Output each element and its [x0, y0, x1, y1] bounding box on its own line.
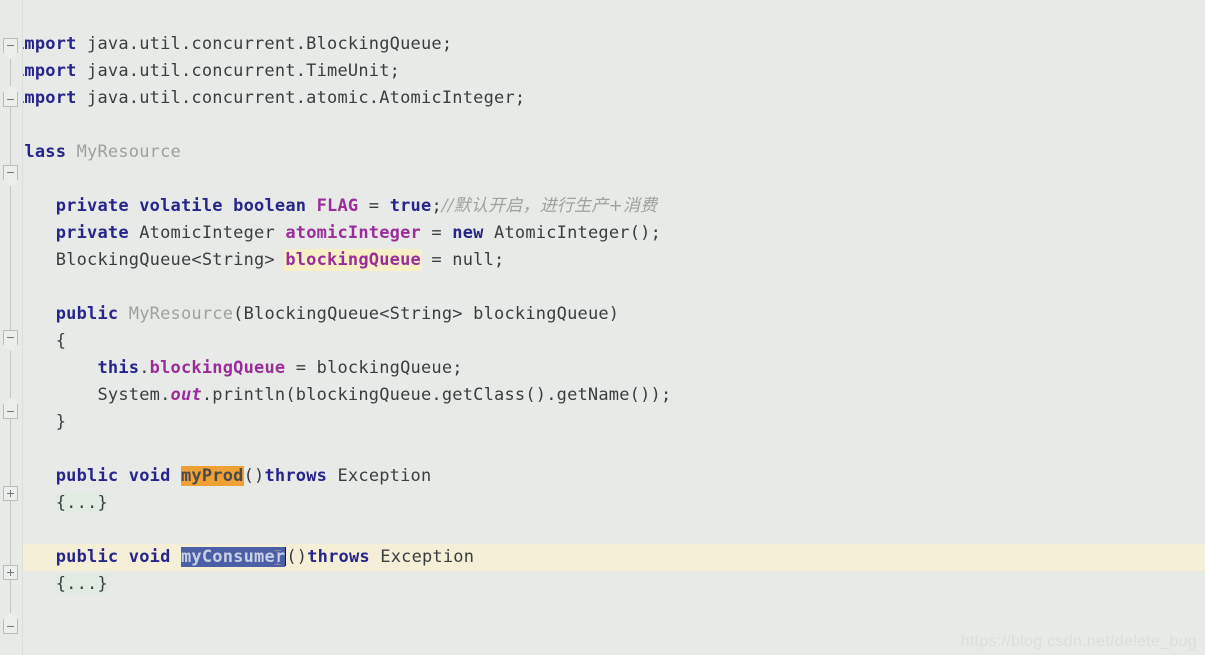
token-plain: AtomicInteger	[128, 223, 286, 243]
code-line-text: this.blockingQueue = blockingQueue;	[14, 355, 463, 382]
text-mouse-cursor-icon	[273, 550, 281, 565]
fold-marker-constructor-body[interactable]	[3, 330, 18, 345]
code-content[interactable]: import java.util.concurrent.BlockingQueu…	[0, 0, 1205, 655]
code-line-text: {...}	[14, 490, 108, 517]
code-editor[interactable]: import java.util.concurrent.BlockingQueu…	[0, 0, 1205, 655]
code-line-import-timeunit[interactable]: import java.util.concurrent.TimeUnit;	[0, 58, 1205, 85]
token-plain: Exception	[327, 466, 432, 486]
token-plain: =	[420, 223, 453, 243]
code-line-text: import java.util.concurrent.TimeUnit;	[14, 58, 400, 85]
code-line-text: System.out.println(blockingQueue.getClas…	[14, 382, 671, 409]
token-kw: public	[55, 304, 119, 324]
code-line-method-myconsumer-signature[interactable]: public void myConsumer ()throws Exception	[0, 544, 1205, 571]
token-folded: {...}	[55, 493, 108, 513]
token-field: FLAG	[316, 196, 359, 216]
fold-marker-myconsumer-collapsed[interactable]	[3, 565, 18, 580]
token-kw: private volatile boolean	[55, 196, 307, 216]
code-line-import-atomicinteger[interactable]: import java.util.concurrent.atomic.Atomi…	[0, 85, 1205, 112]
code-line-class-open-brace[interactable]: {	[0, 166, 1205, 193]
code-line-field-blockingqueue[interactable]: BlockingQueue<String> blockingQueue = nu…	[0, 247, 1205, 274]
token-hl-orange: myProd	[180, 466, 244, 486]
code-line-import-blockingqueue[interactable]: import java.util.concurrent.BlockingQueu…	[0, 31, 1205, 58]
token-kw: private	[55, 223, 129, 243]
token-cls: MyResource	[66, 142, 181, 162]
token-plain: BlockingQueue<String>	[14, 250, 286, 270]
code-line-text: private volatile boolean FLAG = true;//默…	[14, 193, 657, 220]
code-line-method-myprod-signature[interactable]: public void myProd()throws Exception	[0, 463, 1205, 490]
token-punc: ;	[431, 196, 442, 216]
token-kw: throws	[264, 466, 328, 486]
code-line-text: {...}	[14, 571, 108, 598]
token-kw: this	[97, 358, 140, 378]
token-plain: null;	[452, 250, 505, 270]
token-kw: public void	[55, 466, 171, 486]
token-kw: new	[452, 223, 484, 243]
token-plain: Exception	[369, 547, 475, 567]
token-field: blockingQueue	[285, 250, 421, 270]
token-plain: java.util.concurrent.TimeUnit;	[76, 61, 401, 81]
token-stat: out	[170, 385, 202, 405]
token-plain: System.	[14, 385, 171, 405]
token-cmt: //默认开启，进行生产+消费	[441, 196, 658, 216]
token-plain: java.util.concurrent.BlockingQueue;	[76, 34, 453, 54]
token-cls: MyResource	[118, 304, 234, 324]
fold-marker-class-body[interactable]	[3, 165, 18, 180]
token-plain: =	[358, 196, 390, 216]
token-kw: true	[389, 196, 432, 216]
token-field: blockingQueue	[149, 358, 286, 378]
token-plain: =	[420, 250, 453, 270]
code-line-blank-4[interactable]	[0, 517, 1205, 544]
code-line-text: import java.util.concurrent.BlockingQueu…	[14, 31, 452, 58]
code-line-text: class MyResource	[14, 139, 181, 166]
token-plain: = blockingQueue;	[285, 358, 463, 378]
token-kw: import	[14, 34, 77, 54]
code-line-text: public MyResource(BlockingQueue<String> …	[14, 301, 619, 328]
token-plain: (BlockingQueue<String> blockingQueue)	[233, 304, 620, 324]
code-line-method-myprod-folded[interactable]: {...}	[0, 490, 1205, 517]
token-hl-select: myConsumer	[180, 547, 286, 567]
token-folded: {...}	[55, 574, 108, 594]
code-line-text: private AtomicInteger atomicInteger = ne…	[14, 220, 661, 247]
code-line-blank-5[interactable]	[0, 598, 1205, 625]
token-kw: import	[14, 61, 77, 81]
fold-marker-myprod-collapsed[interactable]	[3, 486, 18, 501]
code-line-field-atomicinteger[interactable]: private AtomicInteger atomicInteger = ne…	[0, 220, 1205, 247]
token-kw: import	[14, 88, 77, 108]
token-plain: java.util.concurrent.atomic.AtomicIntege…	[76, 88, 526, 108]
code-line-blank-1[interactable]	[0, 112, 1205, 139]
fold-marker-import-block[interactable]	[3, 38, 18, 53]
code-line-constructor-println[interactable]: System.out.println(blockingQueue.getClas…	[0, 382, 1205, 409]
token-plain: .println(blockingQueue.getClass().getNam…	[201, 385, 672, 405]
code-line-text: public void myProd()throws Exception	[14, 463, 431, 490]
code-line-blank-3[interactable]	[0, 436, 1205, 463]
token-kw: public void	[55, 547, 171, 567]
code-line-method-myconsumer-folded[interactable]: {...}	[0, 571, 1205, 598]
fold-rail-bottom	[10, 172, 11, 620]
code-line-text: BlockingQueue<String> blockingQueue = nu…	[14, 247, 504, 274]
code-line-text: import java.util.concurrent.atomic.Atomi…	[14, 85, 525, 112]
csdn-watermark: https://blog.csdn.net/delete_bug	[960, 633, 1197, 650]
fold-marker-class-end[interactable]	[3, 619, 18, 634]
token-plain: AtomicInteger();	[483, 223, 662, 243]
token-field: atomicInteger	[285, 223, 421, 243]
code-line-class-declaration[interactable]: class MyResource	[0, 139, 1205, 166]
token-plain: ()	[243, 466, 265, 486]
code-line-constructor-open-brace[interactable]: {	[0, 328, 1205, 355]
code-line-field-flag[interactable]: private volatile boolean FLAG = true;//默…	[0, 193, 1205, 220]
token-kw: throws	[307, 547, 370, 567]
code-line-text: public void myConsumer ()throws Exception	[14, 544, 474, 571]
fold-marker-import-end[interactable]	[3, 92, 18, 107]
fold-marker-constructor-end[interactable]	[3, 404, 18, 419]
code-line-constructor-close-brace[interactable]: }	[0, 409, 1205, 436]
editor-fold-gutter[interactable]	[0, 0, 23, 655]
code-line-constructor-assign[interactable]: this.blockingQueue = blockingQueue;	[0, 355, 1205, 382]
token-plain: ()	[286, 547, 308, 567]
code-line-constructor-signature[interactable]: public MyResource(BlockingQueue<String> …	[0, 301, 1205, 328]
code-line-blank-2[interactable]	[0, 274, 1205, 301]
token-punc: .	[139, 358, 150, 378]
